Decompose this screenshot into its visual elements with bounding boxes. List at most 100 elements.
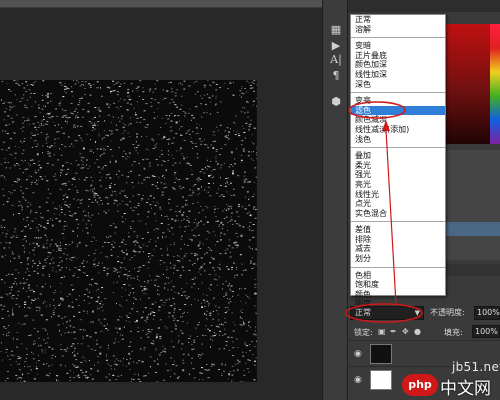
blend-mode-option[interactable]: 亮光 [351, 180, 445, 190]
document-canvas[interactable] [0, 80, 257, 382]
noise-speck [229, 194, 231, 196]
noise-speck [166, 254, 169, 256]
blend-mode-option[interactable]: 叠加 [351, 151, 445, 161]
lock-all-icon[interactable]: ● [414, 327, 421, 336]
blend-mode-option[interactable]: 减去 [351, 244, 445, 254]
noise-speck [109, 225, 112, 226]
noise-speck [155, 220, 157, 222]
noise-speck [164, 160, 166, 162]
noise-speck [59, 205, 61, 207]
lock-position-icon[interactable]: ✥ [402, 327, 409, 336]
blend-mode-option[interactable]: 差值 [351, 225, 445, 235]
noise-speck [64, 276, 65, 278]
blend-mode-option[interactable]: 柔光 [351, 161, 445, 171]
noise-speck [11, 253, 14, 255]
noise-speck [94, 107, 97, 109]
blend-mode-option[interactable]: 滤色 [351, 105, 445, 116]
noise-speck [224, 321, 227, 323]
paragraph-icon[interactable]: ¶ [327, 68, 345, 84]
noise-speck [34, 182, 37, 184]
noise-speck [48, 155, 51, 157]
noise-speck [6, 333, 8, 335]
noise-speck [154, 83, 156, 85]
blend-mode-option[interactable]: 点光 [351, 199, 445, 209]
blend-mode-option[interactable]: 变暗 [351, 41, 445, 51]
noise-speck [165, 299, 168, 301]
noise-speck [30, 181, 33, 183]
blend-mode-option[interactable]: 饱和度 [351, 280, 445, 290]
lock-paint-icon[interactable]: ✒ [390, 327, 397, 336]
hue-slider[interactable] [490, 24, 500, 144]
noise-speck [252, 100, 255, 102]
noise-speck [224, 252, 227, 254]
eye-icon[interactable]: ◉ [354, 349, 362, 359]
noise-speck [184, 304, 187, 305]
noise-speck [174, 291, 176, 293]
blend-mode-option[interactable]: 实色混合 [351, 209, 445, 219]
noise-speck [117, 117, 119, 119]
blend-mode-dropdown[interactable]: 正常 溶解变暗 正片叠底 颜色加深 线性加深 深色变亮 滤色 颜色减淡 线性减淡(添加) 浅色叠加… [350, 14, 446, 308]
noise-speck [134, 147, 135, 149]
noise-speck [65, 174, 68, 175]
noise-speck [213, 364, 215, 366]
blend-mode-option[interactable]: 线性加深 [351, 70, 445, 80]
blend-mode-option[interactable]: 颜色加深 [351, 60, 445, 70]
blend-mode-option[interactable]: 明度 [351, 299, 445, 309]
noise-speck [180, 235, 183, 237]
canvas-workspace[interactable] [0, 0, 322, 400]
noise-speck [135, 150, 137, 151]
noise-speck [240, 235, 243, 237]
noise-speck [140, 117, 142, 118]
blend-mode-option[interactable]: 变亮 [351, 96, 445, 106]
blend-mode-option[interactable]: 溶解 [351, 25, 445, 35]
selected-row-highlight[interactable] [444, 222, 500, 236]
noise-speck [61, 317, 64, 319]
noise-speck [68, 293, 71, 295]
noise-speck [189, 189, 191, 191]
eye-icon[interactable]: ◉ [354, 375, 362, 385]
noise-speck [45, 133, 48, 135]
blend-mode-option[interactable]: 正片叠底 [351, 51, 445, 61]
noise-speck [186, 219, 189, 221]
blend-mode-option[interactable]: 线性减淡(添加) [351, 125, 445, 135]
noise-speck [199, 103, 202, 105]
noise-speck [9, 102, 11, 104]
lock-pixels-icon[interactable]: ▣ [378, 327, 386, 336]
noise-speck [159, 208, 162, 210]
3d-icon[interactable]: ⬢ [327, 94, 345, 110]
noise-speck [3, 305, 5, 307]
blend-mode-option[interactable]: 强光 [351, 170, 445, 180]
blend-mode-option[interactable]: 颜色减淡 [351, 115, 445, 125]
noise-image [0, 80, 257, 382]
blend-mode-option[interactable]: 色相 [351, 271, 445, 281]
noise-speck [173, 310, 175, 312]
noise-speck [233, 121, 235, 123]
noise-speck [46, 124, 49, 125]
noise-speck [166, 327, 168, 329]
noise-speck [87, 296, 90, 298]
noise-speck [166, 249, 168, 251]
noise-speck [206, 238, 208, 240]
noise-speck [149, 331, 152, 333]
noise-speck [81, 199, 83, 201]
fill-field[interactable]: 100% [472, 325, 500, 338]
noise-speck [182, 359, 184, 361]
noise-speck [51, 364, 53, 366]
noise-speck [153, 229, 155, 231]
noise-speck [165, 186, 168, 188]
noise-speck [23, 198, 25, 200]
blend-mode-option[interactable]: 线性光 [351, 190, 445, 200]
noise-speck [183, 218, 186, 220]
blend-mode-option[interactable]: 划分 [351, 254, 445, 264]
character-icon[interactable]: A| [327, 52, 345, 68]
opacity-field[interactable]: 100% [474, 306, 500, 320]
blend-mode-option[interactable]: 浅色 [351, 135, 445, 145]
history-icon[interactable]: ▦ [327, 22, 345, 38]
noise-speck [86, 312, 88, 314]
blend-mode-option[interactable]: 深色 [351, 80, 445, 90]
blend-mode-option[interactable]: 正常 [351, 15, 445, 25]
noise-speck [93, 263, 96, 265]
blend-mode-option[interactable]: 颜色 [351, 290, 445, 300]
noise-speck [75, 367, 78, 368]
color-picker-field[interactable] [444, 24, 490, 144]
